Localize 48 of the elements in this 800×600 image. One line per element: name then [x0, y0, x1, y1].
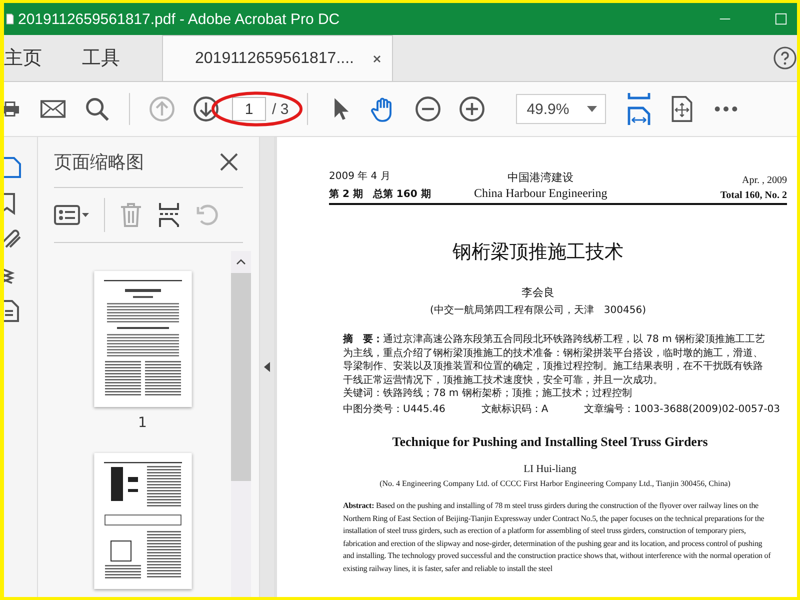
journal-name-english: China Harbour Engineering — [474, 186, 608, 201]
fit-width-icon[interactable] — [626, 93, 651, 125]
nav-tab[interactable]: 主页 — [4, 35, 60, 81]
scroll-up-icon[interactable] — [236, 259, 246, 265]
help-icon[interactable] — [773, 46, 797, 70]
page-icon[interactable] — [4, 155, 24, 179]
caret-icon — [586, 106, 597, 112]
header-issue: 第 2 期 总第 160 期 — [329, 188, 431, 201]
options-menu-icon[interactable] — [54, 203, 90, 227]
author-name: 李会良 — [520, 285, 556, 300]
journal-name: 中国港湾建设 — [508, 170, 574, 185]
page-split-icon[interactable] — [157, 202, 181, 228]
more-icon[interactable] — [712, 105, 739, 113]
panel-collapse-handle[interactable] — [260, 137, 274, 597]
classification-field: 文献标识码：A — [481, 402, 548, 416]
zoom-out-icon[interactable] — [414, 96, 441, 122]
header-issue: Total 160, No. 2 — [720, 190, 787, 201]
search-icon[interactable] — [84, 96, 110, 122]
zoom-dropdown[interactable]: 49.9% — [516, 94, 606, 124]
document-tab[interactable]: 2019112659561817.... — [162, 35, 393, 81]
author-affiliation: (No. 4 Engineering Company Ltd. of CCCC First Harbor Engineering Company Ltd., Tianjin 300456, China) — [378, 479, 732, 488]
author-affiliation: (中交一航局第四工程有限公司，天津 300456) — [429, 304, 647, 317]
abstract-paragraph: 摘 要：通过京津高速公路东段第五合同段北环铁路跨线桥工程，以 78 m 钢桁梁顶推施工工艺为主线，重点介绍了钢桁梁顶推施工的技术准备：钢桁梁拼装平台搭设，临时墩的施工，滑道、导梁制作、安装以及顶推装置和位置的确定，顶推过程控制。施工结果表明，在不干扰既有铁路干线正常运营情况下，顶推施工技术速度快，安全可靠，并且一次成功。 — [343, 333, 766, 387]
window-title: 2019112659561817.pdf - Adobe Acrobat Pro DC — [18, 10, 340, 28]
panel-title: 页面缩略图 — [54, 151, 144, 174]
zoom-in-icon[interactable] — [458, 96, 485, 122]
page-number-field[interactable]: 1 — [232, 97, 266, 121]
scrollbar[interactable] — [231, 251, 251, 597]
maximize-icon[interactable] — [775, 13, 787, 25]
page-count: / 3 — [272, 100, 289, 118]
article-title: 钢桁梁顶推施工技术 — [452, 240, 624, 265]
close-icon[interactable] — [219, 152, 239, 172]
document-icon — [6, 12, 14, 26]
classification-field: 中图分类号：U445.46 — [343, 402, 446, 416]
english-title: Technique for Pushing and Installing Steel Truss Girders — [391, 434, 709, 450]
nav-tab[interactable]: 工具 — [60, 35, 142, 81]
page-thumbnail[interactable] — [94, 453, 192, 589]
close-icon[interactable] — [372, 54, 382, 64]
header-date: Apr. , 2009 — [742, 175, 787, 186]
header-date: 2009 年 4 月 — [329, 170, 392, 183]
abstract-paragraph: Abstract: Based on the pushing and installing of 78 m steel truss girders during the construction of the flyover over railway lines on the Northern Ring of East Section of Beijing-Tianjin Expressway under Contract No.5, the paper focuses on the technical preparations for the installation of steel truss girders, such as erection of a platform for assembling of steel truss girders, construction of temporary piers, fabrication and erection of the slipway and nose-girder, determination of the pushing gear and its location, and process control of pushing and installing. The technology proved successful and the construction practice shows that, without interference with the normal operation of existing railway lines, it is faster, safer and reliable to install the steel — [343, 500, 772, 575]
author-name: LI Hui-liang — [522, 464, 578, 475]
classification-field: 文章编号：1003-3688(2009)02-0057-03 — [584, 402, 780, 416]
page-number-label: 1 — [138, 415, 147, 431]
page-thumbnail[interactable] — [94, 271, 192, 407]
collapse-arrow-icon[interactable] — [264, 362, 270, 372]
scrollbar-thumb[interactable] — [231, 273, 251, 481]
keywords-line: 关键词：铁路跨线；78 m 钢桁架桥；顶推；施工技术；过程控制 — [343, 387, 633, 400]
